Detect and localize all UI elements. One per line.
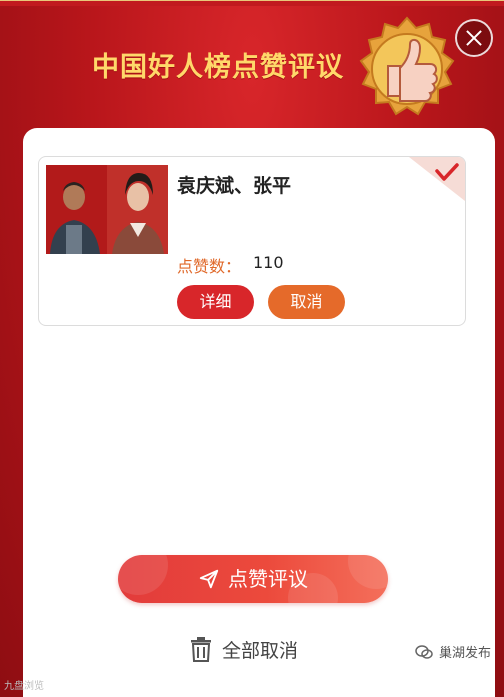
top-border xyxy=(0,0,504,6)
likes-count: 110 xyxy=(253,253,284,272)
candidate-name: 袁庆斌、张平 xyxy=(177,175,292,197)
likes-label: 点赞数： xyxy=(177,257,242,276)
watermark-right: 巢湖发布 xyxy=(415,642,491,661)
wechat-icon xyxy=(415,644,433,659)
submit-label: 点赞评议 xyxy=(228,567,308,591)
page-title: 中国好人榜点赞评议 xyxy=(92,52,344,83)
thumbs-up-icon xyxy=(359,16,455,116)
trash-icon xyxy=(191,637,211,662)
watermark-right-text: 巢湖发布 xyxy=(439,646,492,661)
close-button[interactable] xyxy=(455,19,493,57)
watermark-left: 九盘浏览 xyxy=(4,681,44,692)
selected-check-icon xyxy=(409,157,465,201)
send-icon xyxy=(199,569,219,589)
candidate-card[interactable]: 袁庆斌、张平 点赞数： 110 详细 取消 xyxy=(38,156,466,326)
detail-button[interactable]: 详细 xyxy=(177,285,254,319)
clear-all-label: 全部取消 xyxy=(222,639,299,662)
clear-all-button[interactable]: 全部取消 xyxy=(190,633,298,665)
cancel-button[interactable]: 取消 xyxy=(268,285,345,319)
submit-like-button[interactable]: 点赞评议 xyxy=(118,555,388,603)
candidate-photo xyxy=(46,165,168,254)
